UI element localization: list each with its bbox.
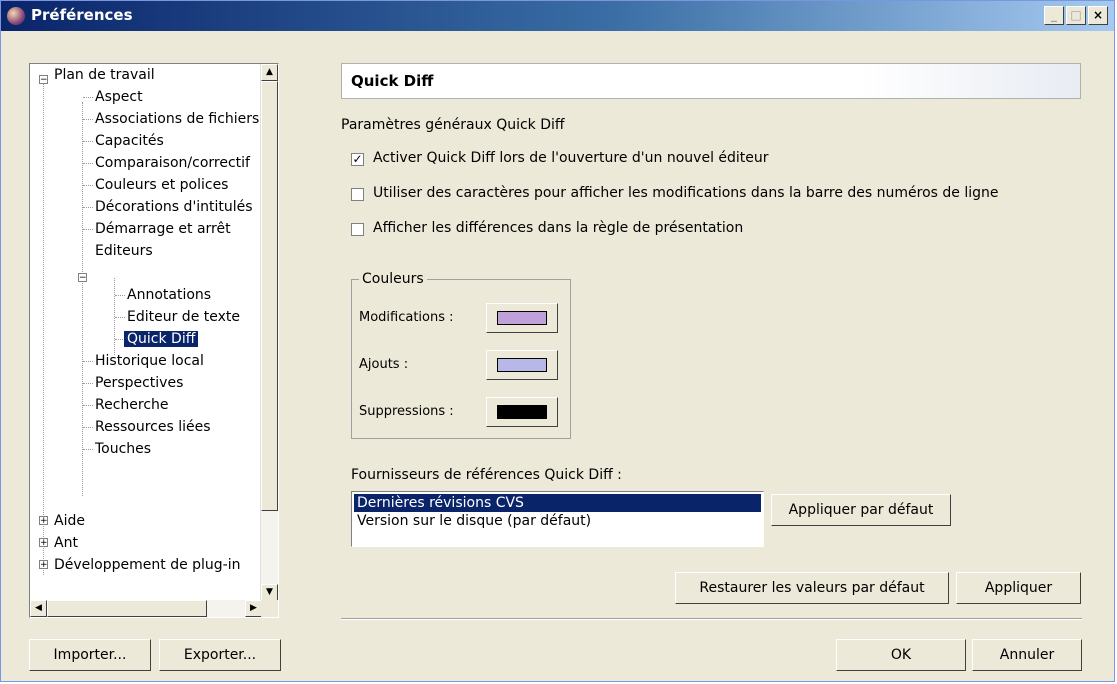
enable-quick-diff-label[interactable]: Activer Quick Diff lors de l'ouverture d… <box>373 150 769 166</box>
colors-group-title: Couleurs <box>359 271 427 287</box>
tree-expand-icon[interactable]: + <box>39 516 48 526</box>
color-swatch <box>497 311 547 325</box>
list-item[interactable]: Version sur le disque (par défaut) <box>354 512 594 530</box>
tree-item-ressources[interactable]: Ressources liées <box>95 416 211 438</box>
tree-item-quick-diff[interactable]: Quick Diff <box>124 328 199 350</box>
providers-list[interactable]: Dernières révisions CVS Version sur le d… <box>351 491 764 547</box>
tree-item-recherche[interactable]: Recherche <box>95 394 169 416</box>
tree-collapse-icon[interactable]: − <box>39 75 48 85</box>
tree-item-aspect[interactable]: Aspect <box>95 86 143 108</box>
tree-item-demarrage[interactable]: Démarrage et arrêt <box>95 218 231 240</box>
tree-item-aide[interactable]: Aide <box>54 510 85 532</box>
tree-vertical-scrollbar[interactable]: ▲ ▼ <box>260 64 278 601</box>
preferences-tree[interactable]: − Plan de travail Aspect Associations de… <box>29 63 279 618</box>
list-item[interactable]: Dernières révisions CVS <box>354 494 761 512</box>
tree-item-editeurs[interactable]: Editeurs <box>95 240 153 262</box>
color-swatch <box>497 358 547 372</box>
color-swatch <box>497 405 547 419</box>
app-icon <box>7 7 25 25</box>
tree-item-editeur-texte[interactable]: Editeur de texte <box>127 306 240 328</box>
import-button[interactable]: Importer... <box>29 639 151 671</box>
tree-collapse-icon[interactable]: − <box>78 273 87 283</box>
title-bar[interactable]: Préférences _ □ × <box>1 1 1114 31</box>
tree-item-plan-de-travail[interactable]: Plan de travail <box>54 64 155 86</box>
tree-horizontal-scrollbar[interactable]: ◀ ▶ <box>30 600 262 617</box>
tree-item-couleurs-polices[interactable]: Couleurs et polices <box>95 174 228 196</box>
section-label: Paramètres généraux Quick Diff <box>341 117 565 133</box>
tree-item-ant[interactable]: Ant <box>54 532 78 554</box>
window-title: Préférences <box>31 6 133 24</box>
vertical-scroll-thumb[interactable] <box>261 81 278 511</box>
restore-defaults-button[interactable]: Restaurer les valeurs par défaut <box>675 572 949 604</box>
modifications-label: Modifications : <box>359 310 454 325</box>
tree-item-associations[interactable]: Associations de fichiers <box>95 108 259 130</box>
minimize-button[interactable]: _ <box>1044 6 1064 25</box>
separator <box>341 618 1082 620</box>
scroll-up-arrow-icon[interactable]: ▲ <box>261 64 278 81</box>
scroll-left-arrow-icon[interactable]: ◀ <box>30 600 47 617</box>
tree-item-touches[interactable]: Touches <box>95 438 151 460</box>
show-overview-label[interactable]: Afficher les différences dans la règle d… <box>373 220 743 236</box>
use-characters-label[interactable]: Utiliser des caractères pour afficher le… <box>373 185 999 201</box>
deletions-label: Suppressions : <box>359 404 454 419</box>
tree-item-decorations[interactable]: Décorations d'intitulés <box>95 196 253 218</box>
tree-item-perspectives[interactable]: Perspectives <box>95 372 183 394</box>
set-default-provider-button[interactable]: Appliquer par défaut <box>771 494 951 526</box>
tree-item-historique[interactable]: Historique local <box>95 350 204 372</box>
providers-label: Fournisseurs de références Quick Diff : <box>351 467 622 483</box>
scroll-corner <box>261 600 278 617</box>
tree-item-capacites[interactable]: Capacités <box>95 130 164 152</box>
deletions-color-button[interactable] <box>486 397 558 427</box>
cancel-button[interactable]: Annuler <box>972 639 1082 671</box>
tree-item-label-selected: Quick Diff <box>124 331 199 347</box>
show-overview-checkbox[interactable] <box>351 223 364 236</box>
use-characters-checkbox[interactable] <box>351 188 364 201</box>
apply-button[interactable]: Appliquer <box>956 572 1081 604</box>
maximize-button[interactable]: □ <box>1066 6 1086 25</box>
tree-expand-icon[interactable]: + <box>39 538 48 548</box>
tree-item-developpement[interactable]: Développement de plug-in <box>54 554 241 576</box>
tree-item-annotations[interactable]: Annotations <box>127 284 211 306</box>
additions-color-button[interactable] <box>486 350 558 380</box>
scroll-right-arrow-icon[interactable]: ▶ <box>245 600 262 617</box>
enable-quick-diff-checkbox[interactable]: ✓ <box>351 153 364 166</box>
modifications-color-button[interactable] <box>486 303 558 333</box>
tree-expand-icon[interactable]: + <box>39 560 48 570</box>
tree-item-comparaison[interactable]: Comparaison/correctif <box>95 152 250 174</box>
export-button[interactable]: Exporter... <box>159 639 281 671</box>
page-header: Quick Diff <box>341 63 1081 99</box>
page-title: Quick Diff <box>351 72 434 90</box>
scroll-down-arrow-icon[interactable]: ▼ <box>261 584 278 601</box>
close-button[interactable]: × <box>1088 6 1108 25</box>
ok-button[interactable]: OK <box>836 639 966 671</box>
preferences-dialog: Préférences _ □ × − Plan de travail Aspe… <box>0 0 1115 682</box>
horizontal-scroll-thumb[interactable] <box>47 600 207 617</box>
additions-label: Ajouts : <box>359 357 409 372</box>
